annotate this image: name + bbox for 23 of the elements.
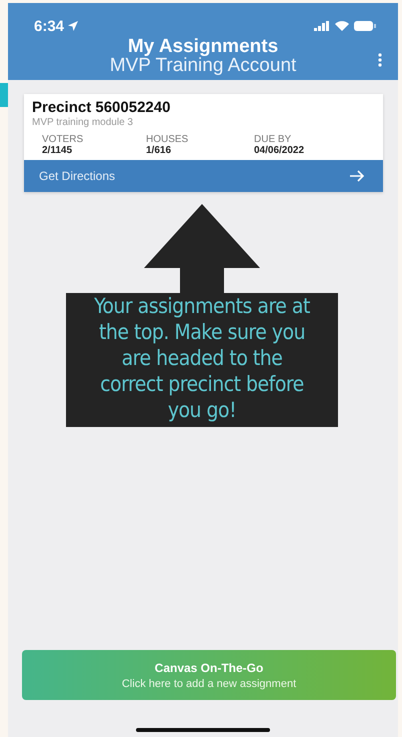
status-time: 6:34 [34,18,64,34]
stat-label: VOTERS [42,134,84,145]
canvas-on-the-go-button[interactable]: Canvas On-The-Go Click here to add a new assignment [22,650,396,700]
side-tab-marker [0,83,8,107]
more-menu-icon[interactable] [378,53,382,67]
location-icon [68,21,78,31]
precinct-title: Precinct 560052240 [32,99,172,116]
tip-callout: Your assignments are at the top. Make sure you are headed to the correct precinct before you go! [66,293,338,427]
up-arrow-icon [144,204,260,293]
screen-title: My Assignments [128,37,278,56]
arrow-right-icon [349,170,365,182]
battery-icon [354,21,376,31]
signal-icon [314,21,330,31]
stat-label: HOUSES [146,134,190,145]
assignment-card[interactable]: Precinct 560052240 MVP training module 3 VOTERS 2/1145 HOUSES 1/616 DUE BY 04/06/2022 Get Directions [24,94,383,192]
stat-label: DUE BY [254,134,292,145]
assignment-subtitle: MVP training module 3 [32,117,134,128]
stat-value: 2/1145 [42,145,74,156]
stat-value: 04/06/2022 [254,145,306,156]
get-directions-button[interactable]: Get Directions [24,160,383,192]
wifi-icon [335,21,349,31]
stat-value: 1/616 [146,145,172,156]
account-subtitle: MVP Training Account [110,56,296,76]
